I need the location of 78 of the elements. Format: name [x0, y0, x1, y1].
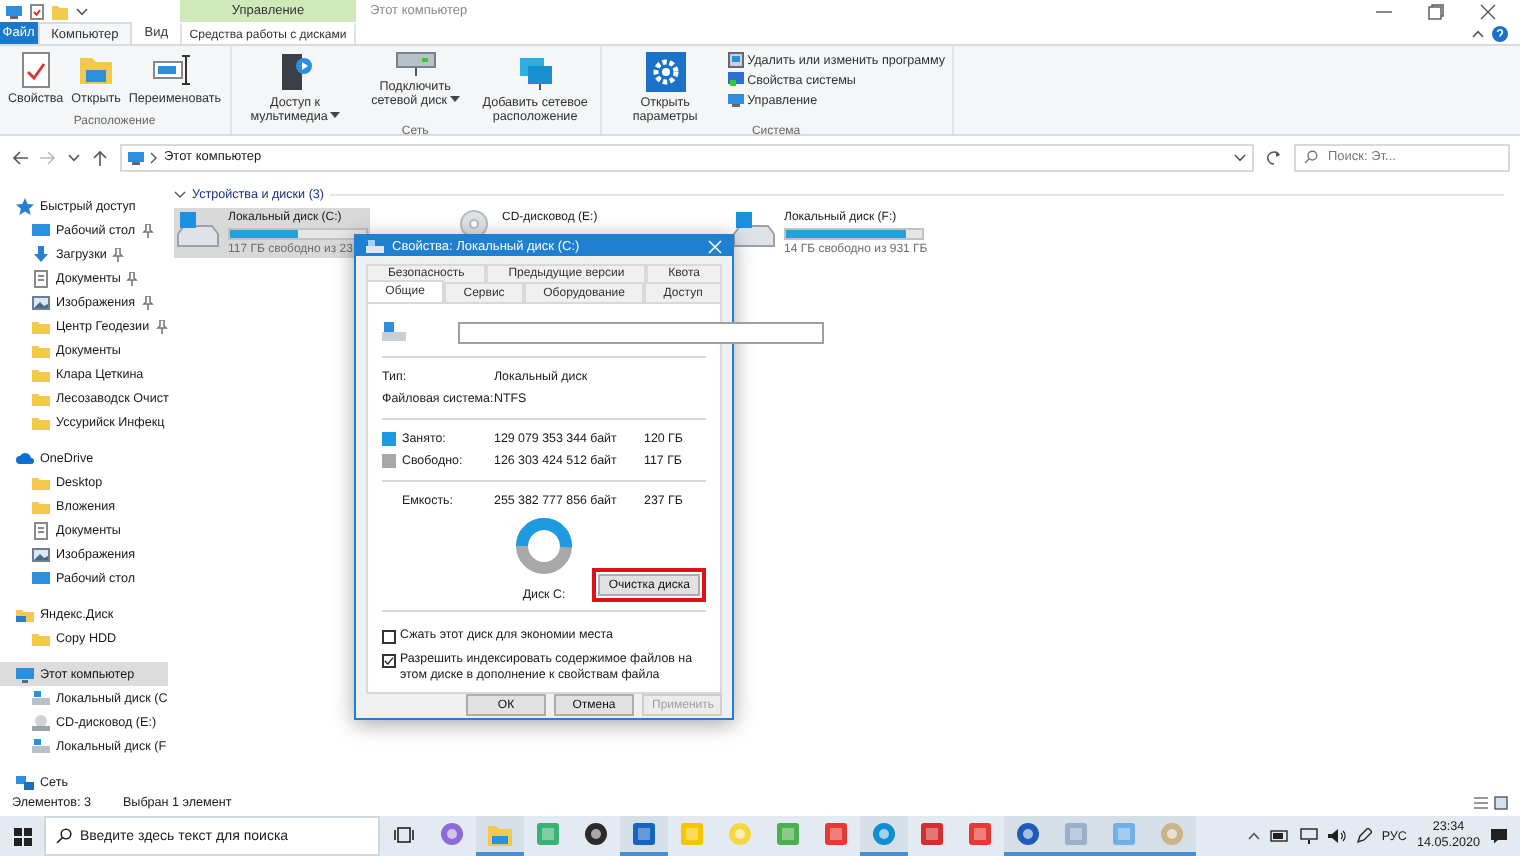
square-app-icon	[776, 822, 800, 846]
square-app-icon	[536, 822, 560, 846]
tiles-view-icon	[1494, 796, 1508, 810]
computer-icon	[128, 149, 144, 165]
notification-icon	[1490, 828, 1508, 844]
computer-icon	[16, 665, 34, 683]
round-app-icon	[872, 822, 896, 846]
round-app-icon	[728, 822, 752, 846]
network-drive-icon	[395, 52, 436, 76]
folder-icon	[32, 629, 50, 647]
square-app-icon	[632, 822, 656, 846]
section-chevron-icon[interactable]	[174, 190, 186, 200]
folder-icon	[16, 605, 34, 623]
task-view-icon	[394, 825, 414, 843]
search-icon	[56, 828, 72, 844]
maximize-icon	[1428, 3, 1444, 19]
round-app-icon	[440, 822, 464, 846]
document-icon	[32, 269, 50, 287]
cd-drive-icon	[454, 210, 494, 238]
desktop-icon	[32, 569, 50, 587]
image-icon	[32, 545, 50, 563]
square-app-icon	[824, 822, 848, 846]
up-arrow-icon	[92, 149, 108, 165]
collapse-ribbon-icon	[1472, 29, 1484, 37]
folder-icon	[78, 52, 115, 88]
square-app-icon	[680, 822, 704, 846]
drive-icon	[382, 322, 406, 343]
tray-expand-icon	[1247, 832, 1260, 840]
usage-bar	[784, 228, 924, 240]
square-app-icon	[920, 822, 944, 846]
disk-usage-donut	[514, 516, 574, 577]
square-app-icon	[1112, 822, 1136, 846]
round-app-icon	[1016, 822, 1040, 846]
checkbox[interactable]	[382, 653, 396, 668]
recent-caret-icon	[68, 153, 80, 161]
computer-management-icon	[727, 92, 744, 108]
caret-icon	[76, 7, 88, 15]
document-icon	[32, 521, 50, 539]
close-icon	[1480, 3, 1496, 19]
forward-arrow-icon	[40, 149, 56, 165]
round-app-icon	[584, 822, 608, 846]
square-app-icon	[968, 822, 992, 846]
start-icon	[13, 827, 31, 845]
address-dropdown-icon	[1234, 153, 1246, 161]
drive-icon	[732, 210, 776, 250]
chevron-icon	[150, 151, 158, 163]
close-icon	[708, 239, 722, 254]
checkbox[interactable]	[382, 629, 396, 644]
back-arrow-icon	[12, 149, 28, 165]
pen-icon	[1355, 828, 1372, 844]
network-icon	[1299, 828, 1318, 844]
drive-icon	[32, 737, 50, 755]
system-properties-icon	[727, 72, 744, 88]
drive-icon	[32, 689, 50, 707]
image-icon	[32, 293, 50, 311]
drive-name-field[interactable]	[458, 321, 824, 344]
desktop-icon	[32, 221, 50, 239]
dropdown-caret-icon	[449, 96, 460, 105]
drive-icon	[176, 210, 220, 250]
download-icon	[32, 245, 50, 263]
program-box-icon	[727, 52, 744, 68]
cloud-icon	[16, 449, 34, 467]
round-app-icon	[1160, 822, 1184, 846]
speaker-icon	[1327, 828, 1346, 844]
battery-icon	[1269, 830, 1290, 842]
cd-drive-icon	[32, 713, 50, 731]
details-view-icon	[1474, 796, 1488, 810]
drive-icon	[366, 239, 384, 254]
square-app-icon	[1064, 822, 1088, 846]
folder-icon	[488, 823, 512, 845]
settings-icon	[645, 52, 686, 92]
dropdown-caret-icon	[329, 112, 340, 121]
network-icon	[16, 773, 34, 790]
network-location-icon	[515, 52, 556, 92]
computer-icon	[6, 3, 22, 19]
refresh-icon	[1266, 149, 1282, 165]
star-icon	[16, 197, 34, 215]
checklist-icon	[19, 52, 52, 88]
